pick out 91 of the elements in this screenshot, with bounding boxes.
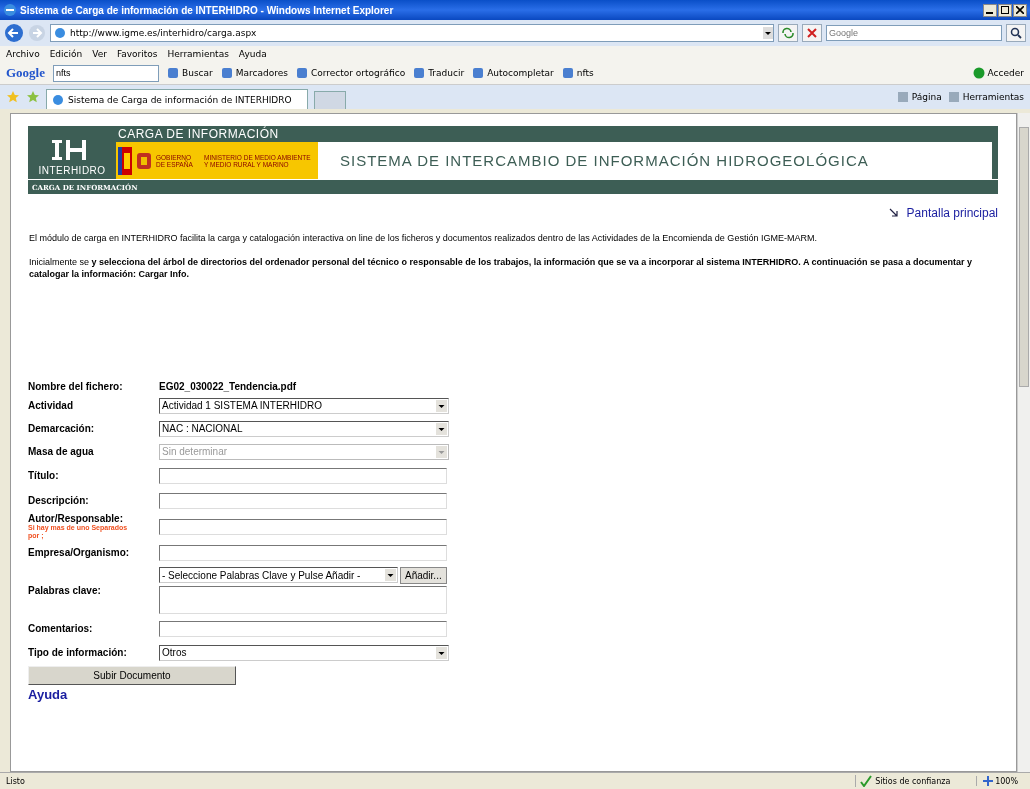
maximize-button[interactable] xyxy=(998,3,1012,17)
refresh-button[interactable] xyxy=(778,24,798,42)
command-icon xyxy=(947,91,960,103)
dropdown[interactable]: NAC : NACIONAL xyxy=(159,420,449,437)
window-title: Sistema de Carga de información de INTERHIDRO - Windows Internet Explorer xyxy=(20,4,394,16)
menu-item[interactable]: Archivo xyxy=(6,49,40,59)
field-label: Empresa/Organismo: xyxy=(28,547,131,558)
scrollbar[interactable] xyxy=(1017,113,1030,772)
toolbar-logo: Google xyxy=(6,65,45,81)
text-field[interactable] xyxy=(159,467,447,484)
search-field[interactable]: Google xyxy=(826,25,1002,41)
toolbar-button[interactable]: Marcadores xyxy=(220,67,288,79)
browser-icon xyxy=(3,3,17,17)
dropdown-icon xyxy=(385,569,396,581)
zoom-button[interactable]: 100% xyxy=(976,776,1024,786)
status-text: Listo xyxy=(6,776,25,786)
toolbar-item-icon xyxy=(295,67,308,79)
minimize-button[interactable] xyxy=(983,3,997,17)
close-button[interactable] xyxy=(1013,3,1027,17)
command-icon xyxy=(896,91,909,103)
text-field[interactable] xyxy=(159,492,447,509)
home-link[interactable]: Pantalla principal xyxy=(888,206,998,220)
description-text: Inicialmente se y selecciona del árbol de directorios del ordenador personal del técnico o responsable de los trabajos, la información que se va a incorporar al sistema INTERHIDRO. A continuación se pasa a documentar y catalogar la información: Cargar Info. xyxy=(29,256,974,280)
menu-item[interactable]: Edición xyxy=(49,49,83,59)
toolbar-search-field[interactable]: nfts xyxy=(53,64,159,82)
search-icon xyxy=(1010,27,1022,39)
description-text: El módulo de carga en INTERHIDRO facilita la carga y catalogación interactiva on line de los ficheros y documentos realizados dentro de las Actividades de la Encomienda de Gestión IGME-MARM. xyxy=(29,232,818,244)
dot-icon xyxy=(972,67,985,79)
stop-button[interactable] xyxy=(802,24,822,42)
security-zone: Sitios de confianza xyxy=(855,775,971,787)
field-label: Palabras clave: xyxy=(28,585,102,596)
toolbar-button[interactable]: Buscar xyxy=(167,67,213,79)
field-label: Descripción: xyxy=(28,495,90,506)
dropdown-icon xyxy=(436,646,447,659)
text-field[interactable] xyxy=(159,620,447,637)
upload-button[interactable]: Subir Documento xyxy=(28,666,236,685)
dropdown[interactable]: Otros xyxy=(159,644,449,661)
field-label: Nombre del fichero: xyxy=(28,380,124,392)
add-button[interactable]: Añadir... xyxy=(400,567,447,584)
stop-icon xyxy=(806,27,818,39)
field-label: Masa de agua xyxy=(28,446,95,457)
refresh-icon xyxy=(780,26,796,40)
browser-tab[interactable]: Sistema de Carga de información de INTERHIDRO xyxy=(46,89,308,109)
toolbar-button[interactable]: Corrector ortográfico xyxy=(295,67,406,79)
check-icon xyxy=(860,775,873,787)
dropdown-icon xyxy=(436,445,447,458)
file-name: EG02_030022_Tendencia.pdf xyxy=(159,380,297,392)
dropdown-icon xyxy=(436,422,447,435)
keywords-field[interactable] xyxy=(159,586,447,614)
toolbar-button[interactable]: Traducir xyxy=(413,67,465,79)
help-link[interactable]: Ayuda xyxy=(28,687,68,702)
dropdown[interactable]: Actividad 1 SISTEMA INTERHIDRO xyxy=(159,397,449,414)
command-button[interactable]: Página xyxy=(896,91,942,103)
star-icon[interactable] xyxy=(6,90,20,104)
coat-of-arms-icon xyxy=(136,150,152,171)
text-field[interactable] xyxy=(159,518,447,535)
search-button[interactable] xyxy=(1006,24,1026,42)
toolbar-item-icon xyxy=(413,67,426,79)
field-label: Actividad xyxy=(28,400,74,411)
menu-item[interactable]: Ayuda xyxy=(238,49,267,59)
toolbar-button[interactable]: nfts xyxy=(561,67,594,79)
field-label: Comentarios: xyxy=(28,623,94,634)
page-icon xyxy=(54,27,66,39)
text-field[interactable] xyxy=(159,544,447,561)
field-label: Autor/Responsable: xyxy=(28,513,123,524)
command-button[interactable]: Herramientas xyxy=(947,91,1024,103)
banner-title: SISTEMA DE INTERCAMBIO DE INFORMACIÓN HIDROGEOLÓGICA xyxy=(340,152,869,169)
field-label: Demarcación: xyxy=(28,423,96,434)
logo-text: INTERHIDRO xyxy=(38,165,106,176)
menu-item[interactable]: Favoritos xyxy=(116,49,158,59)
back-button[interactable] xyxy=(4,23,24,43)
menu-item[interactable]: Ver xyxy=(92,49,107,59)
field-label: Tipo de información: xyxy=(28,647,128,658)
zoom-icon xyxy=(983,776,994,786)
header-title: CARGA DE INFORMACIÓN xyxy=(116,126,998,142)
page-icon xyxy=(52,93,64,106)
arrow-icon xyxy=(888,208,899,218)
dropdown-icon xyxy=(436,399,447,412)
field-label: Título: xyxy=(28,470,60,481)
address-field[interactable]: http://www.igme.es/interhidro/carga.aspx xyxy=(50,24,774,42)
dropdown-icon xyxy=(763,27,773,39)
sign-in-button[interactable]: Acceder xyxy=(972,67,1024,79)
toolbar-item-icon xyxy=(472,67,485,79)
close-icon xyxy=(1016,6,1024,14)
toolbar-item-icon xyxy=(167,67,179,79)
toolbar-item-icon xyxy=(220,67,233,79)
maximize-icon xyxy=(1001,6,1009,14)
menu-item[interactable]: Herramientas xyxy=(167,49,229,59)
toolbar-button[interactable]: Autocompletar xyxy=(472,67,554,79)
toolbar-item-icon xyxy=(561,67,574,79)
keyword-dropdown[interactable]: - Seleccione Palabras Clave y Pulse Añadir - xyxy=(159,567,398,583)
